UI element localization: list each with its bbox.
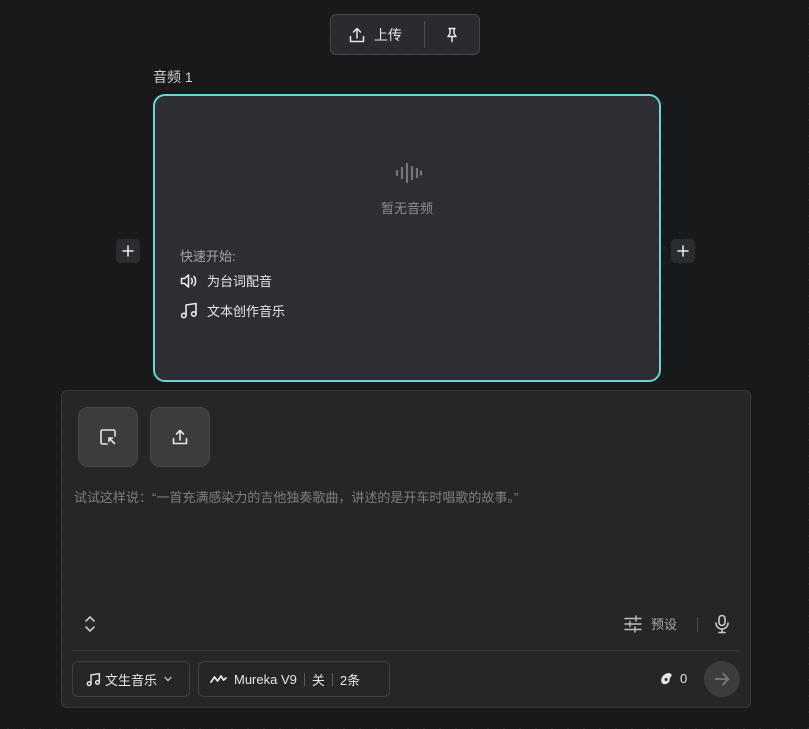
quick-start-label: 快速开始:: [180, 249, 236, 264]
preset-button[interactable]: 预设: [624, 614, 677, 633]
quick-item-voiceover[interactable]: 为台词配音: [180, 271, 272, 290]
add-node-left-button[interactable]: [116, 239, 140, 263]
prompt-input[interactable]: [74, 487, 734, 587]
preset-label: 预设: [651, 617, 678, 632]
model-separator: [331, 672, 333, 686]
plus-icon: [677, 245, 689, 257]
speaker-icon: [180, 273, 197, 288]
upload-icon: [172, 429, 188, 445]
upload-icon: [349, 27, 365, 42]
sliders-icon: [624, 614, 642, 633]
node-toolbar: 上传: [330, 14, 480, 55]
credits-count: 0: [680, 671, 688, 686]
credits-icon: [661, 673, 672, 685]
mode-label: 文生音乐: [105, 672, 158, 688]
prompt-composer: 预设 文生音乐 Mureka V9 关 2条: [61, 390, 751, 708]
plus-icon: [122, 245, 134, 257]
model-separator: [303, 672, 305, 686]
model-name: Mureka V9: [234, 671, 297, 687]
model-option-count: 2条: [339, 672, 361, 688]
model-option-toggle: 关: [311, 672, 325, 688]
credits-indicator: 0: [659, 671, 687, 686]
upload-label: 上传: [374, 26, 402, 43]
audio-wave-icon: [395, 162, 423, 184]
add-node-right-button[interactable]: [671, 239, 695, 263]
node-title: 音频 1: [153, 69, 193, 85]
music-note-icon: [180, 302, 197, 319]
composer-divider: [72, 650, 740, 651]
toolbar-divider: [697, 617, 698, 632]
quick-item-text-to-music[interactable]: 文本创作音乐: [180, 301, 285, 320]
voice-input-button[interactable]: [713, 614, 731, 634]
pin-icon: [447, 27, 457, 42]
quick-item-voiceover-label: 为台词配音: [207, 274, 273, 289]
arrow-right-icon: [714, 672, 730, 686]
audio-node-card[interactable]: 暂无音频 快速开始: 为台词配音 文本创作音乐: [153, 94, 661, 382]
chevron-up-down-icon: [85, 616, 95, 632]
music-note-icon: [86, 672, 101, 686]
select-reference-icon: [100, 429, 116, 445]
upload-button[interactable]: 上传: [331, 15, 424, 54]
chevron-down-icon: [164, 676, 172, 682]
model-dropdown[interactable]: Mureka V9 关 2条: [198, 661, 390, 697]
microphone-icon: [715, 614, 729, 634]
pin-button[interactable]: [425, 15, 479, 54]
send-button[interactable]: [704, 661, 740, 697]
quick-item-text-to-music-label: 文本创作音乐: [207, 304, 286, 319]
expand-toggle-button[interactable]: [81, 614, 99, 634]
empty-audio-text: 暂无音频: [380, 201, 433, 216]
upload-file-button[interactable]: [150, 407, 210, 467]
mode-dropdown[interactable]: 文生音乐: [72, 661, 190, 697]
select-from-canvas-button[interactable]: [78, 407, 138, 467]
mureka-logo-icon: [210, 675, 227, 683]
